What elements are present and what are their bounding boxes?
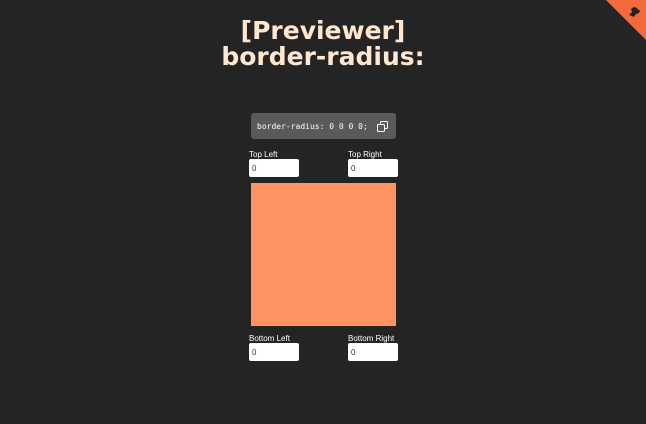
bottom-right-input[interactable] <box>348 343 398 361</box>
css-output-box: border-radius: 0 0 0 0; <box>251 113 396 139</box>
copy-icon[interactable] <box>377 120 388 132</box>
top-right-input[interactable] <box>348 159 398 177</box>
page-subtitle: border-radius: <box>221 42 425 71</box>
css-output-text: border-radius: 0 0 0 0; <box>257 121 368 131</box>
preview-box <box>251 183 396 326</box>
top-left-input[interactable] <box>249 159 299 177</box>
page: [Previewer] border-radius: border-radius… <box>0 0 646 424</box>
page-title: [Previewer] <box>240 16 406 45</box>
bottom-left-input[interactable] <box>249 343 299 361</box>
